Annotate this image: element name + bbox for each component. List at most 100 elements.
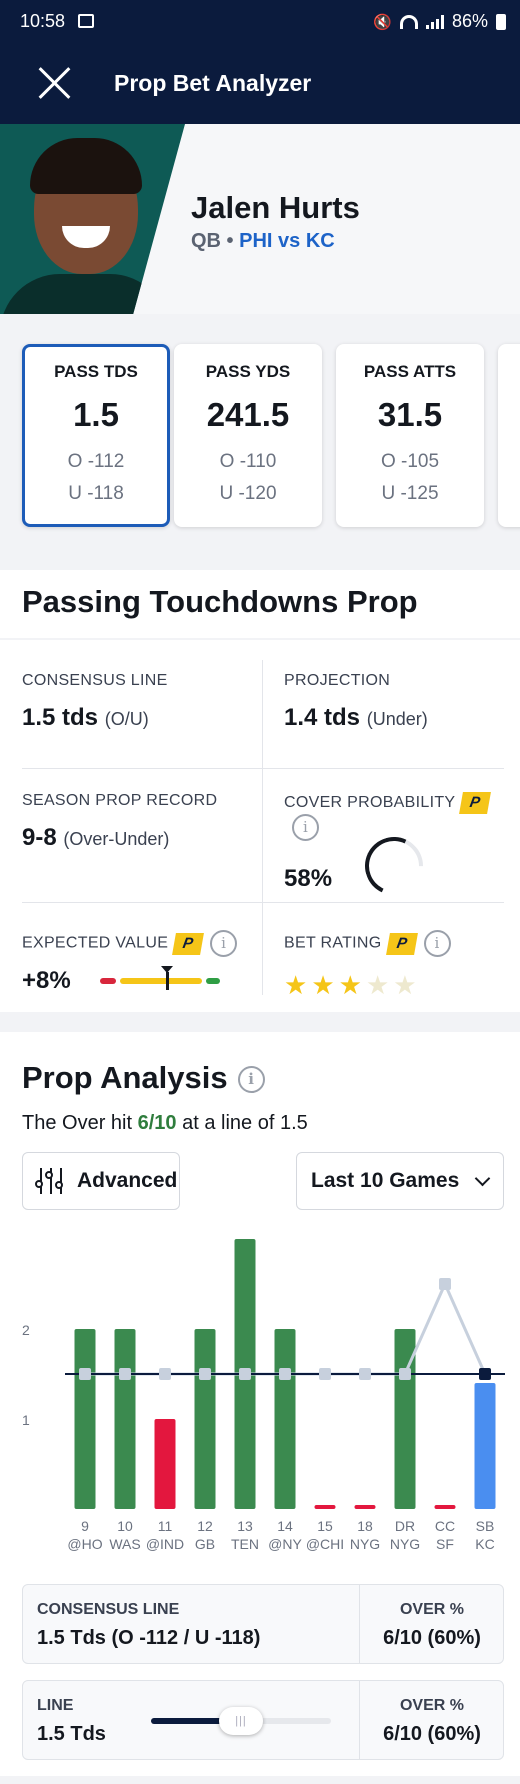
prop-card-pass-yds[interactable]: PASS YDS 241.5 O -110 U -120 [174, 344, 322, 527]
x-tick-label: 12 [197, 1518, 213, 1534]
over-hit-summary: The Over hit 6/10 at a line of 1.5 [22, 1112, 308, 1134]
line-slider[interactable]: ||| [151, 1707, 331, 1735]
x-tick-label: SB [476, 1518, 495, 1534]
prop-card-line: 31.5 [377, 396, 443, 433]
chart-bar [194, 1329, 216, 1509]
prop-card-pass-atts[interactable]: PASS ATTS 31.5 O -105 U -125 [336, 344, 484, 527]
x-tick-label: @IND [146, 1536, 184, 1552]
season-record-cell: SEASON PROP RECORD 9-8 (Over-Under) [22, 792, 218, 851]
advanced-button[interactable]: Advanced [22, 1152, 180, 1210]
x-tick-label: 18 [357, 1518, 373, 1534]
page-title: Prop Bet Analyzer [114, 70, 312, 96]
premium-badge-icon: P [172, 932, 205, 955]
chart-bar [434, 1505, 456, 1509]
line-point [239, 1368, 251, 1380]
line-point [479, 1368, 491, 1380]
player-header: Jalen Hurts QB • PHI vs KC [0, 124, 520, 314]
status-bar: 10:58 🔇 86% [0, 0, 520, 42]
image-notification-icon [78, 14, 94, 28]
bet-rating-cell: BET RATING Pi [284, 930, 451, 957]
star-icon: ★ [365, 970, 394, 1000]
games-range-select[interactable]: Last 10 Games [296, 1152, 504, 1210]
prop-analysis-title: Prop Analysis i [22, 1060, 265, 1096]
consensus-line-cell: CONSENSUS LINE 1.5 tds (O/U) [22, 672, 168, 731]
premium-badge-icon: P [459, 792, 492, 814]
projection-cell: PROJECTION 1.4 tds (Under) [284, 672, 428, 731]
prop-section-header: Passing Touchdowns Prop [0, 570, 520, 638]
y-tick-label: 1 [22, 1412, 30, 1428]
info-icon[interactable]: i [292, 814, 319, 841]
line-point [439, 1278, 451, 1290]
prop-card-odds: O -105 U -125 [380, 451, 440, 504]
expected-value-bar [100, 966, 220, 990]
app-bar: Prop Bet Analyzer [0, 42, 520, 124]
x-tick-label: 13 [237, 1518, 253, 1534]
line-point [199, 1368, 211, 1380]
prop-card-label: PASS TDS [54, 362, 138, 381]
chart-bar [474, 1383, 496, 1509]
line-point [319, 1368, 331, 1380]
prop-section-title: Passing Touchdowns Prop [22, 584, 418, 619]
chart-bar [274, 1329, 296, 1509]
x-tick-label: @HO [67, 1536, 102, 1552]
close-icon[interactable] [36, 64, 74, 102]
expected-value-cell: EXPECTED VALUE Pi +8% [22, 930, 238, 995]
prop-cards-row: PASS TDS 1.5 O -112 U -118 PASS YDS 241.5… [0, 314, 520, 558]
prop-card-odds: O -112 U -118 [67, 451, 125, 504]
x-tick-label: DR [395, 1518, 415, 1534]
consensus-summary-row: CONSENSUS LINE 1.5 Tds (O -112 / U -118)… [22, 1584, 504, 1664]
x-tick-label: 15 [317, 1518, 333, 1534]
star-icon: ★ [284, 970, 312, 1000]
y-tick-label: 2 [22, 1322, 30, 1338]
premium-badge-icon: P [385, 932, 418, 955]
prop-card-label: PASS YDS [205, 362, 291, 381]
x-tick-label: GB [195, 1536, 215, 1552]
sliders-icon [35, 1168, 65, 1194]
chart-bar [314, 1505, 336, 1509]
prop-card-pass-tds[interactable]: PASS TDS 1.5 O -112 U -118 [22, 344, 170, 527]
x-tick-label: SF [436, 1536, 454, 1552]
chart-bar [354, 1505, 376, 1509]
info-icon[interactable]: i [210, 930, 238, 957]
star-icon: ★ [338, 970, 366, 1000]
prop-metrics-grid: CONSENSUS LINE 1.5 tds (O/U) PROJECTION … [0, 640, 520, 1012]
x-tick-label: KC [475, 1536, 494, 1552]
battery-icon [496, 13, 506, 30]
line-point [359, 1368, 371, 1380]
x-tick-label: CC [435, 1518, 455, 1534]
wifi-icon [399, 14, 418, 29]
signal-icon [425, 14, 444, 29]
chart-bar [74, 1329, 96, 1509]
player-matchup[interactable]: PHI vs KC [239, 230, 335, 252]
chart-bar [114, 1329, 136, 1509]
player-photo [0, 124, 185, 314]
x-tick-label: @NY [268, 1536, 302, 1552]
info-icon[interactable]: i [423, 930, 451, 957]
x-tick-label: @CHI [306, 1536, 344, 1552]
star-icon: ★ [311, 970, 339, 1000]
games-range-label: Last 10 Games [311, 1169, 460, 1192]
star-icon: ★ [393, 970, 421, 1000]
x-tick-label: 11 [158, 1518, 173, 1534]
player-name: Jalen Hurts [191, 190, 360, 225]
x-tick-label: WAS [109, 1536, 140, 1552]
slider-handle[interactable]: ||| [219, 1707, 263, 1735]
prop-card-next-partial[interactable] [498, 344, 520, 527]
info-icon[interactable]: i [237, 1066, 265, 1094]
x-tick-label: NYG [350, 1536, 380, 1552]
line-point [79, 1368, 91, 1380]
bet-rating-stars: ★★★★★ [284, 970, 421, 1001]
player-subtitle: QB • PHI vs KC [191, 230, 335, 253]
prop-card-label: PASS ATTS [363, 362, 457, 381]
chart-bar [154, 1419, 176, 1509]
status-time: 10:58 [20, 11, 66, 31]
line-point [159, 1368, 171, 1380]
mute-icon: 🔇 [373, 13, 392, 31]
prop-history-chart: 129@HO10WAS11@IND12GB13TEN14@NY15@CHI18N… [22, 1239, 505, 1552]
player-position: QB • [191, 230, 234, 252]
advanced-label: Advanced [77, 1169, 178, 1192]
x-tick-label: NYG [390, 1536, 420, 1552]
x-tick-label: TEN [231, 1536, 259, 1552]
line-point [399, 1368, 411, 1380]
chevron-down-icon [474, 1170, 491, 1186]
